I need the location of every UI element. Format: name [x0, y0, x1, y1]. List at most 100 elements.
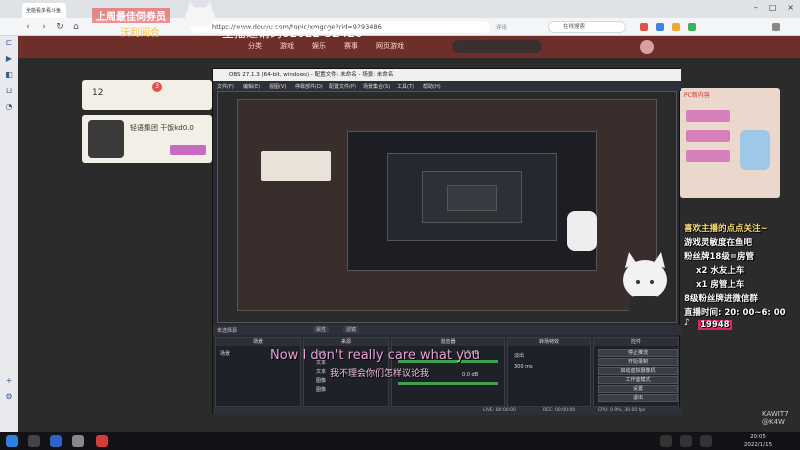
url-input[interactable]: https://www.douyu.com/topic/xmgcge?rid=9…	[190, 21, 490, 33]
site-search-input[interactable]	[452, 40, 542, 53]
menu-item[interactable]: 帮助(H)	[423, 83, 441, 90]
nav-item[interactable]: 分类	[248, 41, 262, 51]
user-avatar[interactable]	[640, 40, 654, 54]
browser-tab[interactable]: 全能看多看斗鱼 ×	[22, 3, 66, 18]
overlay-line: x1 房管上车	[696, 280, 745, 290]
add-icon[interactable]: +	[4, 376, 14, 386]
tray-icon[interactable]	[660, 435, 672, 447]
panel-row[interactable]	[686, 130, 730, 142]
source-item[interactable]: 文本	[316, 368, 326, 375]
home-icon[interactable]: ⌂	[70, 21, 82, 33]
subtitle-chinese: 我不理会你们怎样议论我	[330, 369, 430, 379]
volume-icon[interactable]	[680, 435, 692, 447]
obs-status-bar: LIVE: 00:00:00 REC: 00:00:00 CPU: 0.9%, …	[213, 407, 681, 415]
rank-badge: 3	[152, 82, 162, 92]
refresh-icon[interactable]: ↻	[54, 21, 66, 33]
obs-preview[interactable]	[217, 91, 677, 323]
extension-icon[interactable]	[672, 23, 680, 31]
cat-icon	[185, 2, 215, 27]
exit-button[interactable]: 退出	[598, 394, 678, 402]
tab-title: 全能看多看斗鱼	[26, 8, 62, 14]
extension-icon[interactable]	[640, 23, 648, 31]
transition-select[interactable]: 淡出	[514, 352, 524, 359]
start-icon[interactable]	[6, 435, 18, 447]
dock-title: 混音器	[392, 338, 504, 346]
source-item[interactable]: 图像	[316, 386, 326, 393]
clock-date: 2022/1/15	[743, 442, 773, 448]
cpu-fps: CPU: 0.9%, 30.00 fps	[598, 408, 646, 413]
menu-item[interactable]: 配置文件(P)	[329, 83, 356, 90]
site-header: 分类 游戏 娱乐 赛事 网页游戏	[18, 36, 800, 58]
search-icon[interactable]	[28, 435, 40, 447]
scene-item[interactable]: 场景	[220, 350, 230, 357]
settings-button[interactable]: 设置	[598, 385, 678, 393]
virtual-camera-button[interactable]: 启动虚拟摄像机	[598, 367, 678, 375]
menu-item[interactable]: 场景集合(S)	[363, 83, 390, 90]
panel-row[interactable]	[686, 110, 730, 122]
tiktok-id: 19948	[698, 320, 732, 330]
studio-mode-button[interactable]: 工作室模式	[598, 376, 678, 384]
history-icon[interactable]: ◔	[4, 102, 14, 112]
live-time: LIVE: 00:00:00	[483, 408, 516, 413]
extension-icon[interactable]	[688, 23, 696, 31]
cart-icon[interactable]: ⊔	[4, 86, 14, 96]
watermark-line: @K4W	[762, 418, 785, 426]
menu-item[interactable]: 工具(T)	[397, 83, 414, 90]
mixer-level: 0.0 dB	[462, 372, 479, 378]
maximize-icon[interactable]: □	[769, 3, 777, 12]
overlay-line: 8级粉丝牌进微信群	[684, 294, 758, 304]
nav-item[interactable]: 游戏	[280, 41, 294, 51]
extension-icon[interactable]	[656, 23, 664, 31]
clock-time: 20:05	[750, 434, 766, 440]
watermark-line: KAWIT7	[762, 410, 789, 418]
channel-watermark: KAWIT7 @K4W	[762, 410, 789, 426]
menu-item[interactable]: 停靠部件(D)	[295, 83, 323, 90]
video-icon[interactable]: ▶	[4, 54, 14, 64]
overlay-line: 喜欢主播的点点关注~	[684, 224, 768, 234]
back-icon[interactable]: ‹	[22, 21, 34, 33]
panel-row[interactable]	[686, 150, 730, 162]
stop-stream-button[interactable]: 停止推流	[598, 349, 678, 357]
transition-duration[interactable]: 300 ms	[514, 364, 533, 370]
close-window-icon[interactable]: ×	[787, 3, 794, 12]
game-icon[interactable]: ◧	[4, 70, 14, 80]
app-icon[interactable]	[96, 435, 108, 447]
source-item[interactable]: 图像	[316, 377, 326, 384]
overlay-line: x2 水友上车	[696, 266, 745, 276]
nav-item[interactable]: 赛事	[344, 41, 358, 51]
bookmark-icon[interactable]: ⊏	[4, 38, 14, 48]
controls-dock: 控件 停止推流 开始录制 启动虚拟摄像机 工作室模式 设置 退出	[593, 337, 679, 407]
follow-button[interactable]	[170, 145, 206, 155]
menu-icon[interactable]	[772, 23, 780, 31]
obs-menu-bar: 文件(F) 编辑(E) 视图(V) 停靠部件(D) 配置文件(P) 场景集合(S…	[213, 81, 681, 91]
minimize-icon[interactable]: –	[754, 3, 758, 12]
menu-item[interactable]: 编辑(E)	[243, 83, 260, 90]
start-recording-button[interactable]: 开始录制	[598, 358, 678, 366]
browser-app-icon[interactable]	[50, 435, 62, 447]
follower-count: 12	[92, 88, 104, 98]
dock-title: 转场特效	[508, 338, 590, 346]
nested-obs-4	[447, 185, 497, 211]
address-prefix: 评论	[496, 25, 508, 31]
network-icon[interactable]	[700, 435, 712, 447]
obs-app-icon[interactable]	[72, 435, 84, 447]
browser-tab-bar: 全能看多看斗鱼 × – □ ×	[0, 0, 800, 18]
nested-cat-image	[567, 211, 597, 251]
settings-icon[interactable]: ⚙	[4, 392, 14, 402]
nav-item[interactable]: 娱乐	[312, 41, 326, 51]
properties-button[interactable]: 属性	[313, 326, 330, 333]
browser-sidebar: ⊏ ▶ ◧ ⊔ ◔ + ⚙	[0, 36, 18, 432]
browser-search-input[interactable]: 在线搜索	[548, 21, 626, 33]
filters-button[interactable]: 滤镜	[343, 326, 360, 333]
taskbar-clock[interactable]: 20:05 2022/1/15	[730, 432, 786, 450]
streamer-avatar	[88, 120, 124, 158]
dock-title: 控件	[594, 338, 678, 346]
close-icon[interactable]: ×	[65, 7, 66, 15]
window-controls: – □ ×	[754, 3, 794, 12]
tiktok-icon: ♪	[684, 318, 690, 328]
menu-item[interactable]: 视图(V)	[269, 83, 286, 90]
menu-item[interactable]: 文件(F)	[217, 83, 234, 90]
dock-title: 场景	[216, 338, 300, 346]
forward-icon[interactable]: ›	[38, 21, 50, 33]
nav-item[interactable]: 网页游戏	[376, 41, 404, 51]
